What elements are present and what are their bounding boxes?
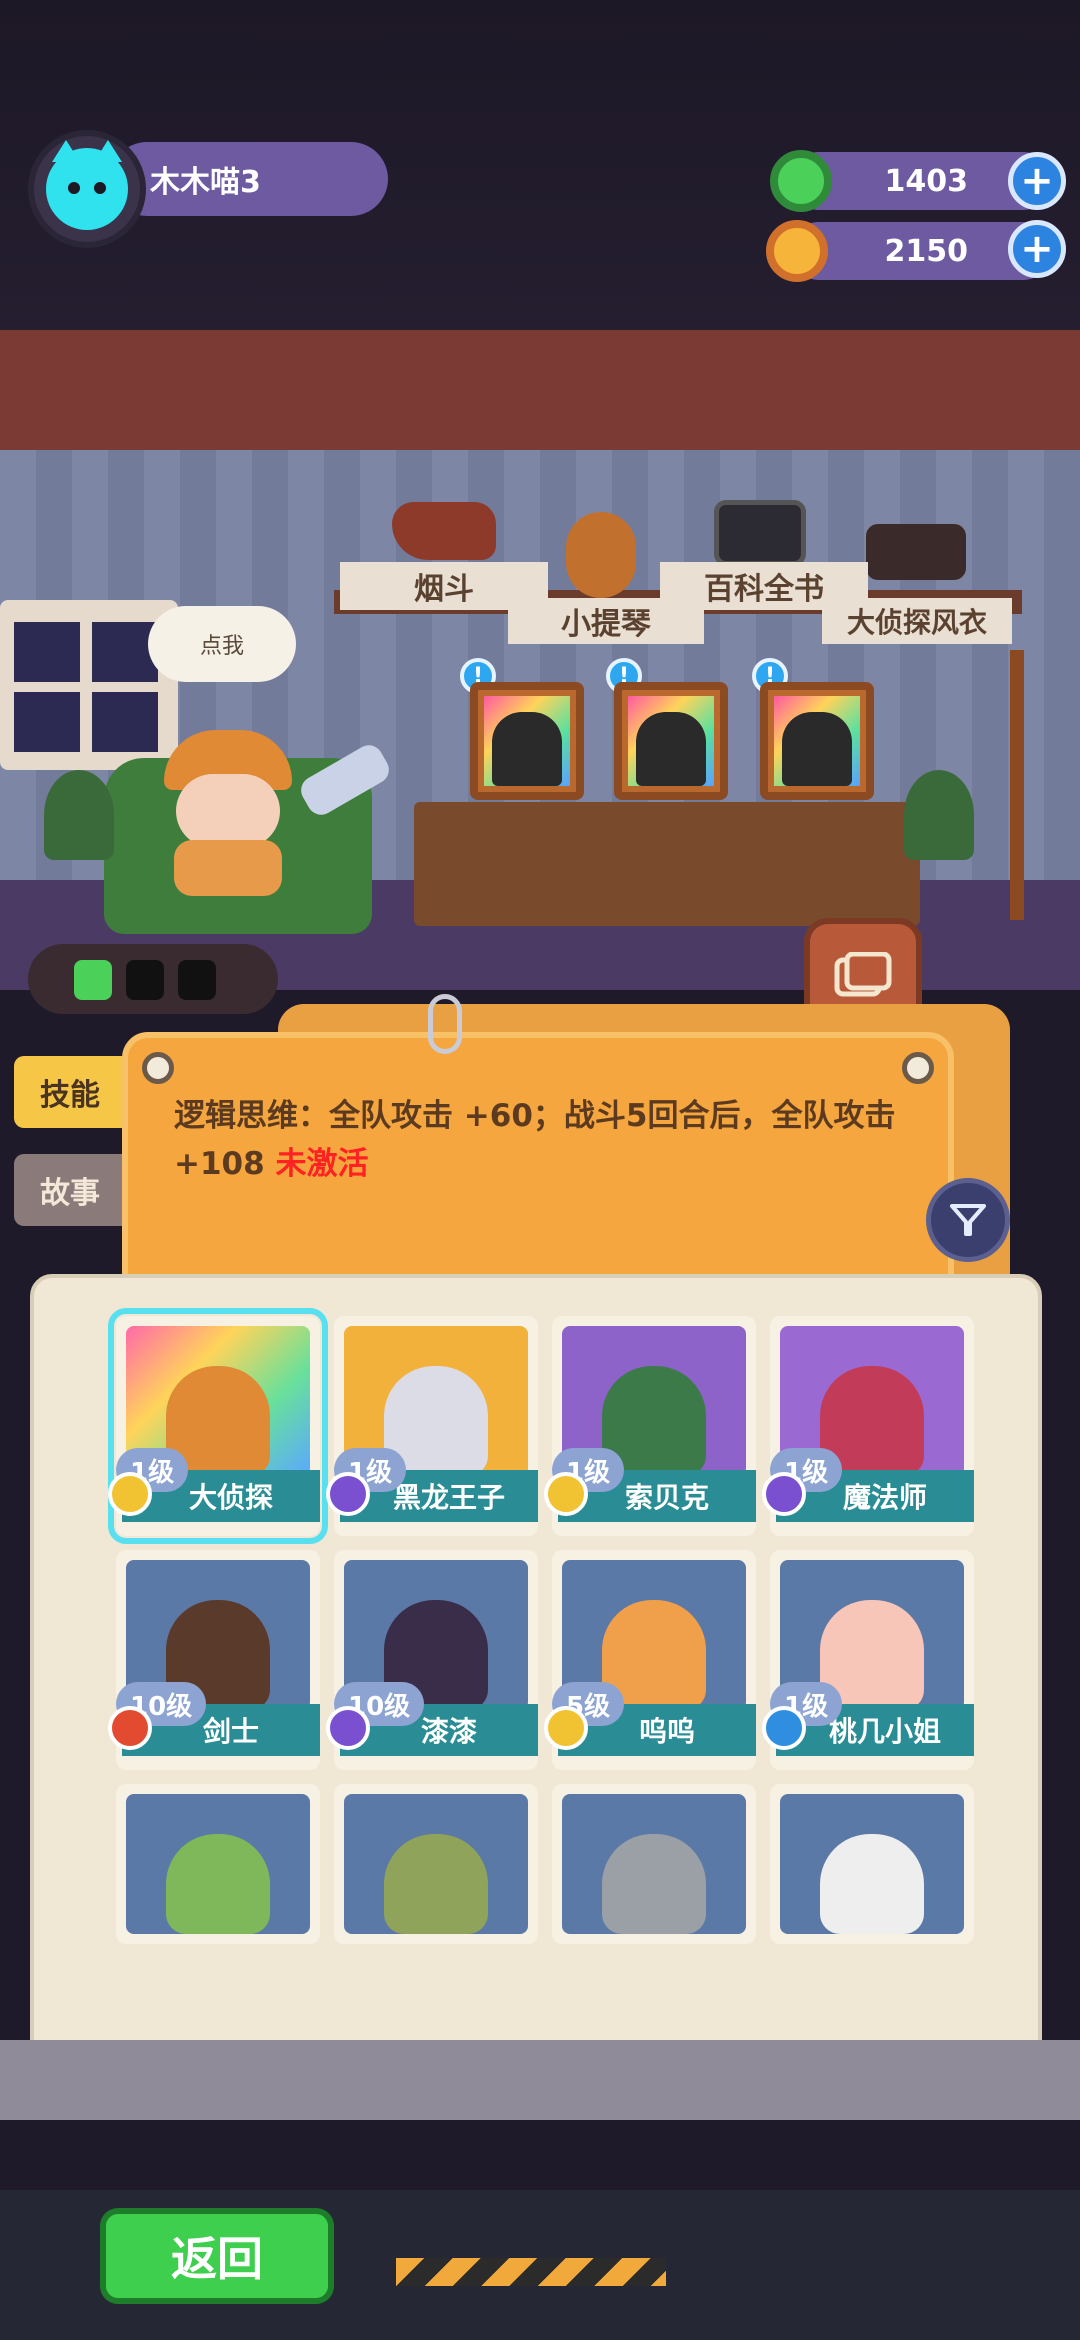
skill-description: 逻辑思维：全队攻击 +60；战斗5回合后，全队攻击 +108 未激活: [174, 1098, 896, 1182]
bubble-text: 点我: [199, 634, 244, 659]
rarity-shield-icon: [326, 1472, 370, 1516]
coat-rack: [1010, 650, 1024, 920]
character-card[interactable]: 大侦探 1级: [108, 1308, 328, 1544]
unknown-book-icon: [714, 500, 806, 566]
character-portrait: [780, 1794, 964, 1934]
energy-bar: [28, 944, 278, 1014]
plant-icon: [904, 770, 974, 860]
skill-status: 未激活: [275, 1146, 369, 1182]
rarity-shield-icon: [544, 1472, 588, 1516]
rarity-shield-icon: [762, 1472, 806, 1516]
character-card[interactable]: 魔法师 1级: [762, 1316, 974, 1536]
coin-count: 2150: [884, 233, 969, 269]
rarity-shield-icon: [326, 1706, 370, 1750]
pipe-icon: [392, 502, 496, 560]
add-coin-button[interactable]: +: [1008, 220, 1066, 278]
relic-label-coat[interactable]: 大侦探风衣: [822, 598, 1012, 644]
character-card[interactable]: [552, 1784, 756, 1944]
locked-character-frame[interactable]: [470, 682, 584, 800]
character-card[interactable]: 呜呜 5级: [544, 1550, 756, 1770]
rarity-shield-icon: [762, 1706, 806, 1750]
tab-skill[interactable]: 技能: [14, 1056, 126, 1128]
character-card[interactable]: [334, 1784, 538, 1944]
book-base: [0, 2040, 1080, 2120]
tap-me-bubble[interactable]: 点我: [148, 606, 296, 682]
filter-button[interactable]: [926, 1178, 1010, 1262]
plant-icon: [44, 770, 114, 860]
character-portrait: [126, 1794, 310, 1934]
player-avatar[interactable]: [28, 130, 146, 248]
detective-character[interactable]: [156, 730, 302, 896]
donut-count: 1403: [884, 163, 969, 199]
energy-cell: [126, 960, 164, 1000]
pin-icon: [902, 1052, 934, 1084]
cat-avatar-icon: [46, 140, 128, 230]
character-card[interactable]: 桃几小姐 1级: [762, 1550, 974, 1770]
locked-character-frame[interactable]: [614, 682, 728, 800]
donut-icon: [770, 150, 832, 212]
rarity-shield-icon: [108, 1706, 152, 1750]
tab-story[interactable]: 故事: [14, 1154, 126, 1226]
character-portrait: [344, 1794, 528, 1934]
character-card[interactable]: 黑龙王子 1级: [326, 1316, 538, 1536]
character-card[interactable]: 漆漆 10级: [326, 1550, 538, 1770]
lightning-icon: [74, 960, 112, 1000]
paperclip-icon: [428, 994, 462, 1054]
unknown-coat-icon: [866, 524, 966, 580]
rarity-shield-icon: [544, 1706, 588, 1750]
energy-cell: [178, 960, 216, 1000]
locked-character-frame[interactable]: [760, 682, 874, 800]
skill-card: 逻辑思维：全队攻击 +60；战斗5回合后，全队攻击 +108 未激活: [122, 1032, 954, 1302]
character-card[interactable]: 剑士 10级: [108, 1550, 320, 1770]
violin-icon: [566, 512, 636, 598]
player-name-pill[interactable]: 木木喵3: [110, 142, 388, 216]
pin-icon: [142, 1052, 174, 1084]
rarity-shield-icon: [108, 1472, 152, 1516]
character-card[interactable]: [770, 1784, 974, 1944]
character-card[interactable]: [116, 1784, 320, 1944]
character-card[interactable]: 索贝克 1级: [544, 1316, 756, 1536]
back-button[interactable]: 返回: [100, 2208, 334, 2304]
cards-icon: [834, 952, 892, 997]
player-name: 木木喵3: [150, 165, 261, 200]
cabinet: [414, 802, 920, 926]
add-donut-button[interactable]: +: [1008, 152, 1066, 210]
planet-coin-icon: [766, 220, 828, 282]
upper-shelf: [0, 330, 1080, 450]
filter-icon: [950, 1204, 986, 1236]
faded-text: [222, 1974, 962, 2002]
hazard-stripe: [396, 2258, 666, 2286]
character-portrait: [562, 1794, 746, 1934]
